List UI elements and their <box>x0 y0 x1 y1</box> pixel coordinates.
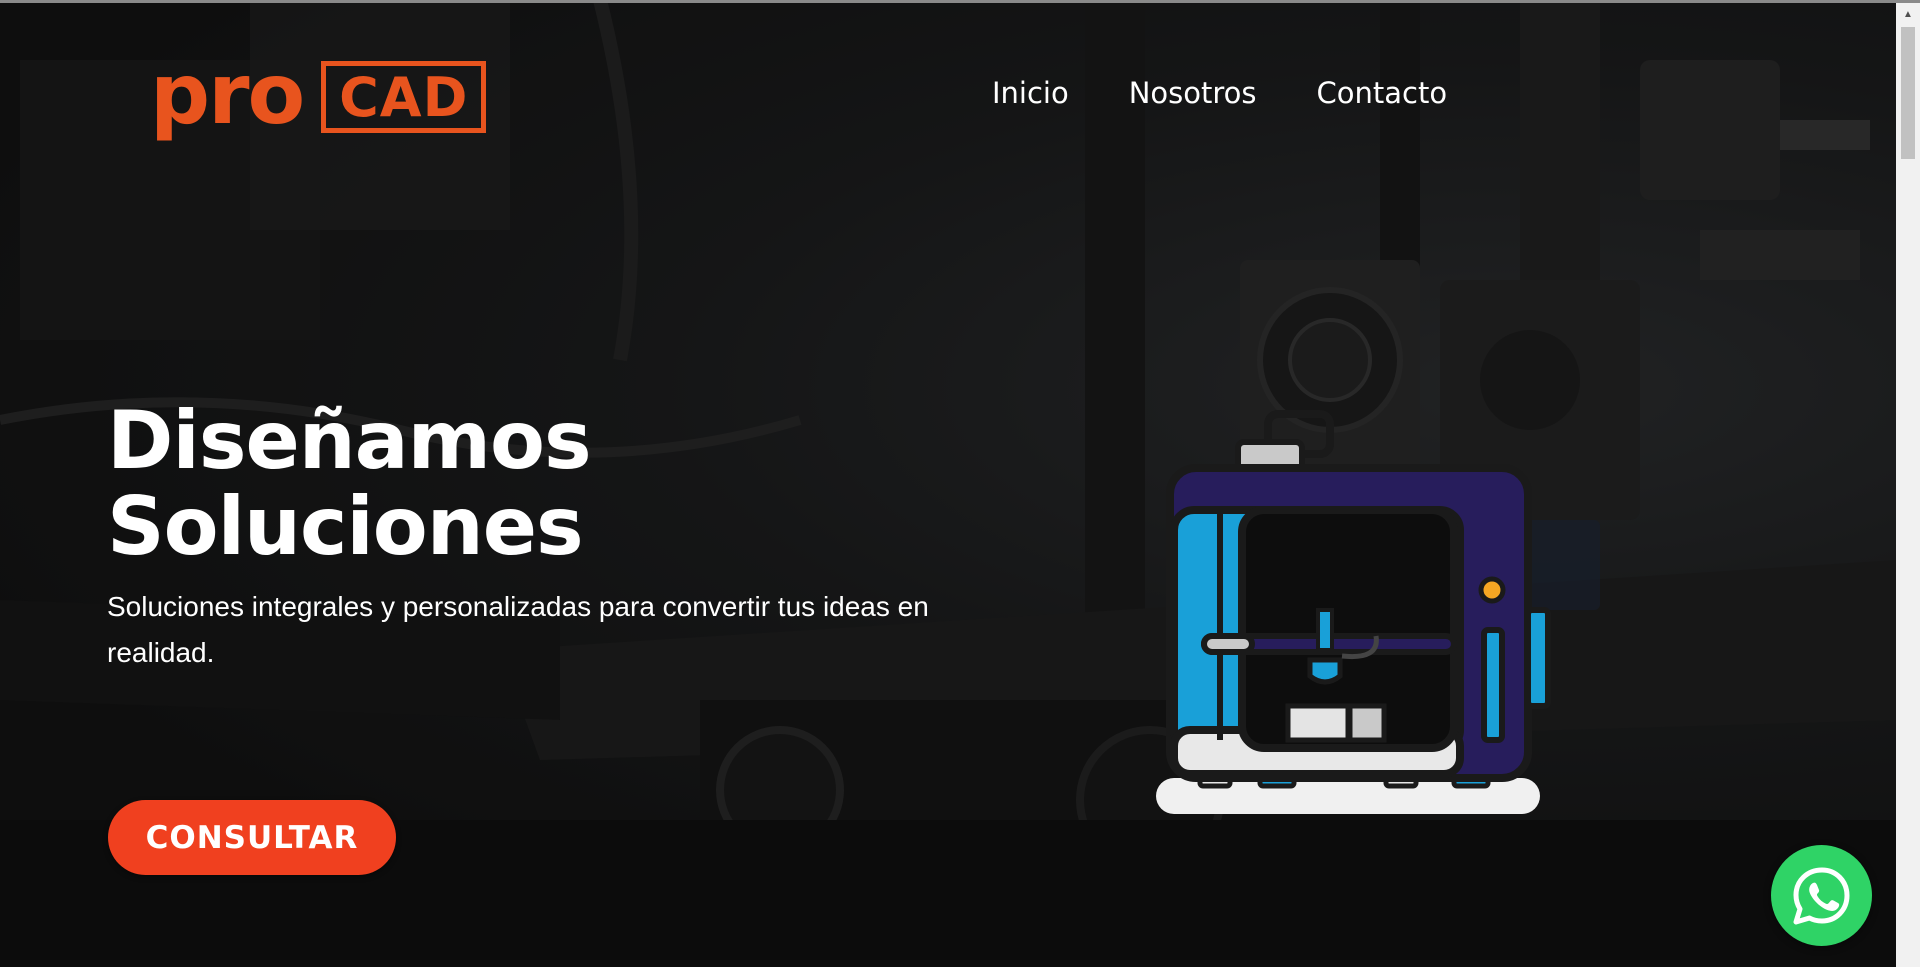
scroll-thumb[interactable] <box>1901 27 1915 159</box>
main-nav: Inicio Nosotros Contacto <box>992 76 1447 110</box>
nav-item-inicio[interactable]: Inicio <box>992 76 1069 110</box>
whatsapp-button[interactable] <box>1771 845 1872 946</box>
nav-item-contacto[interactable]: Contacto <box>1317 76 1448 110</box>
consultar-button[interactable]: CONSULTAR <box>108 800 396 875</box>
nav-item-nosotros[interactable]: Nosotros <box>1129 76 1257 110</box>
hero-title: Diseñamos Soluciones <box>107 394 592 573</box>
page-scrollbar[interactable]: ▲ <box>1896 3 1920 967</box>
page: pro CAD Inicio Nosotros Contacto Diseñam… <box>0 0 1920 967</box>
window-top-border <box>0 0 1920 3</box>
hero-subtitle: Soluciones integrales y personalizadas p… <box>107 591 929 668</box>
scroll-up-arrow-icon[interactable]: ▲ <box>1896 3 1920 25</box>
hero-title-line2: Soluciones <box>107 480 584 573</box>
logo-cad-box: CAD <box>321 61 487 133</box>
whatsapp-icon <box>1793 867 1849 924</box>
3d-printer-icon <box>1150 410 1570 825</box>
logo-text-pro: pro <box>150 45 305 143</box>
logo-text-cad: CAD <box>339 65 469 129</box>
hero-title-line1: Diseñamos <box>107 394 592 487</box>
procad-logo[interactable]: pro CAD <box>150 45 487 143</box>
